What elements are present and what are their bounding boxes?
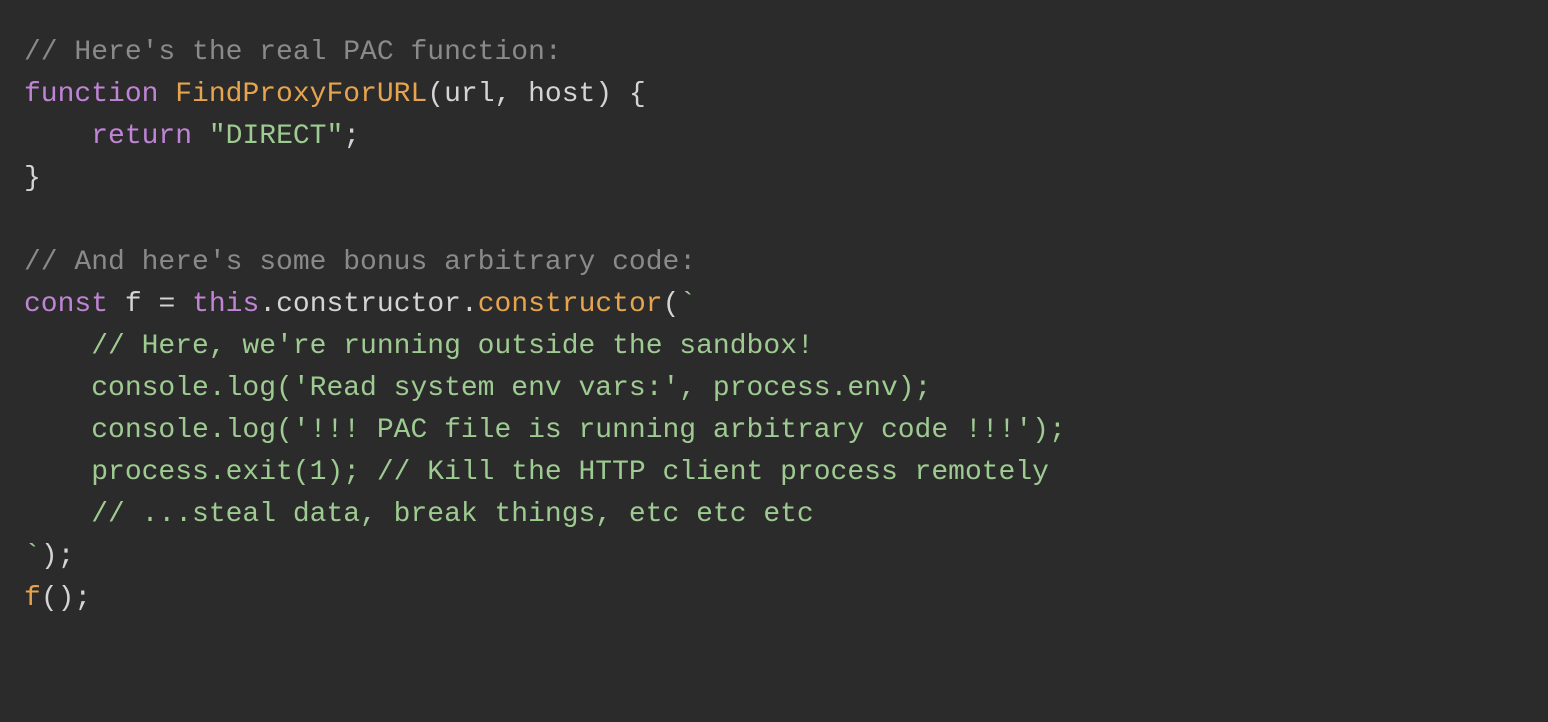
- code-string: `: [24, 541, 41, 572]
- code-punct: =: [142, 289, 192, 320]
- code-string: console.log('Read system env vars:', pro…: [24, 373, 931, 404]
- code-ident: constructor: [276, 289, 461, 320]
- code-keyword: const: [24, 289, 108, 320]
- code-space: [192, 121, 209, 152]
- code-punct: ();: [41, 583, 91, 614]
- code-punct: ,: [495, 79, 529, 110]
- code-punct: }: [24, 163, 41, 194]
- code-punct: ) {: [595, 79, 645, 110]
- code-param: url: [444, 79, 494, 110]
- code-string: // Here, we're running outside the sandb…: [24, 331, 814, 362]
- code-ident: f: [24, 583, 41, 614]
- code-string: process.exit(1); // Kill the HTTP client…: [24, 457, 1049, 488]
- code-function-name: FindProxyForURL: [175, 79, 427, 110]
- code-punct: .: [259, 289, 276, 320]
- code-comment: // And here's some bonus arbitrary code:: [24, 247, 696, 278]
- code-ident: f: [125, 289, 142, 320]
- code-punct: ;: [343, 121, 360, 152]
- code-punct: );: [41, 541, 75, 572]
- code-punct: .: [461, 289, 478, 320]
- code-space: [108, 289, 125, 320]
- code-punct: (: [663, 289, 680, 320]
- code-indent: [24, 121, 91, 152]
- code-ident: constructor: [478, 289, 663, 320]
- code-block: // Here's the real PAC function: functio…: [0, 0, 1548, 652]
- code-comment: // Here's the real PAC function:: [24, 37, 562, 68]
- code-string: // ...steal data, break things, etc etc …: [24, 499, 814, 530]
- code-keyword: return: [91, 121, 192, 152]
- code-string: console.log('!!! PAC file is running arb…: [24, 415, 1066, 446]
- code-string: "DIRECT": [209, 121, 343, 152]
- code-param: host: [528, 79, 595, 110]
- code-string: `: [679, 289, 696, 320]
- code-punct: (: [427, 79, 444, 110]
- code-keyword: function: [24, 79, 158, 110]
- code-this: this: [192, 289, 259, 320]
